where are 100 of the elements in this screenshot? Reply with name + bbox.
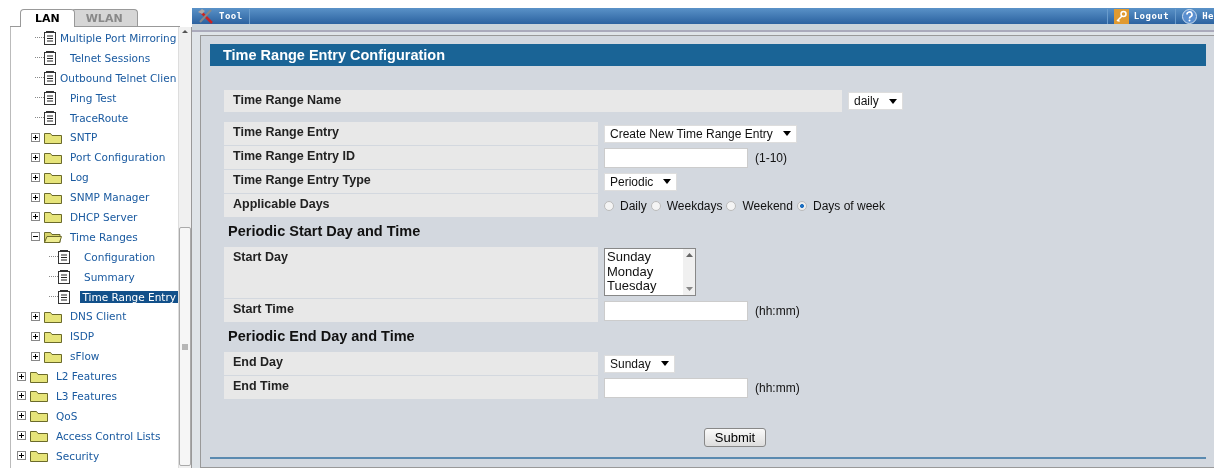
folder-icon bbox=[44, 150, 62, 164]
radio-button[interactable] bbox=[796, 200, 807, 211]
list-option[interactable]: Tuesday bbox=[607, 279, 681, 294]
folder-icon bbox=[44, 130, 62, 144]
radio-label: Weekdays bbox=[666, 198, 723, 213]
hint-text: (1-10) bbox=[755, 150, 787, 165]
document-icon bbox=[44, 90, 56, 105]
expand-icon[interactable] bbox=[31, 212, 40, 222]
grip-icon bbox=[182, 343, 188, 350]
tree-item[interactable]: Time Range Entry bbox=[80, 290, 178, 303]
document-icon bbox=[44, 50, 56, 65]
tree-item[interactable]: L3 Features bbox=[54, 389, 120, 402]
caret-icon bbox=[888, 98, 897, 104]
expand-icon[interactable] bbox=[31, 132, 40, 142]
toolbar-button[interactable]: Logout bbox=[1106, 8, 1176, 24]
expand-icon[interactable] bbox=[17, 371, 26, 381]
caret-icon bbox=[663, 179, 672, 184]
tree-item[interactable]: Access Control Lists bbox=[54, 429, 163, 442]
folder-icon bbox=[44, 190, 62, 204]
tree-item[interactable]: L2 Features bbox=[54, 370, 120, 383]
list-box[interactable]: Sunday Monday Tuesday bbox=[604, 248, 696, 296]
document-icon bbox=[44, 70, 56, 85]
dropdown[interactable]: daily bbox=[848, 92, 903, 110]
field-label: End Time bbox=[224, 376, 598, 399]
expand-icon[interactable] bbox=[17, 451, 26, 461]
document-icon bbox=[58, 289, 70, 304]
field-label: Time Range Entry Type bbox=[224, 170, 598, 193]
tree-item[interactable]: DHCP Server bbox=[68, 210, 140, 223]
folder-icon bbox=[44, 349, 62, 363]
radio-button[interactable] bbox=[726, 200, 737, 211]
field-label: Applicable Days bbox=[224, 194, 598, 217]
section-heading: Periodic End Day and Time bbox=[227, 327, 416, 346]
scroll-down-icon[interactable] bbox=[685, 287, 693, 291]
tree-item[interactable]: Telnet Sessions bbox=[68, 51, 153, 64]
field-label: Start Time bbox=[224, 299, 598, 322]
tree-item[interactable]: Time Ranges bbox=[68, 230, 140, 243]
expand-icon[interactable] bbox=[31, 172, 40, 182]
document-icon bbox=[44, 110, 56, 125]
text-field[interactable] bbox=[604, 377, 748, 398]
help-icon bbox=[1182, 8, 1198, 24]
radio-label: Daily bbox=[620, 198, 647, 213]
tree-item[interactable]: TraceRoute bbox=[68, 111, 131, 124]
radio-label: Weekend bbox=[742, 198, 793, 213]
dropdown[interactable]: Periodic bbox=[604, 172, 678, 191]
tree-item[interactable]: DNS Client bbox=[68, 310, 129, 323]
folder-icon bbox=[30, 369, 48, 383]
collapse-icon[interactable] bbox=[31, 232, 40, 242]
dropdown[interactable]: Create New Time Range Entry bbox=[604, 124, 797, 143]
scrollbar[interactable] bbox=[683, 249, 695, 295]
caret-icon bbox=[660, 361, 669, 366]
expand-icon[interactable] bbox=[17, 391, 26, 401]
document-icon bbox=[44, 30, 56, 45]
tree-item[interactable]: Outbound Telnet Clien bbox=[58, 71, 178, 84]
expand-icon[interactable] bbox=[31, 351, 40, 361]
folder-icon bbox=[44, 170, 62, 184]
list-option[interactable]: Monday bbox=[607, 264, 681, 279]
tree-item[interactable]: sFlow bbox=[68, 350, 102, 363]
folder-icon bbox=[44, 210, 62, 224]
caret-icon bbox=[782, 131, 791, 136]
tree-item[interactable]: Multiple Port Mirroring bbox=[58, 31, 178, 44]
expand-icon[interactable] bbox=[31, 152, 40, 162]
toolbar-button[interactable]: He bbox=[1175, 8, 1214, 24]
tree-item[interactable]: SNTP bbox=[68, 131, 100, 144]
folder-icon bbox=[30, 429, 48, 443]
dropdown[interactable]: Sunday bbox=[604, 354, 675, 373]
tree-item[interactable]: Port Configuration bbox=[68, 151, 168, 164]
tree-item[interactable]: Security bbox=[54, 449, 102, 462]
expand-icon[interactable] bbox=[17, 431, 26, 441]
tree-item[interactable]: QoS bbox=[54, 409, 80, 422]
sidebar-tab[interactable]: LAN bbox=[20, 9, 75, 27]
expand-icon[interactable] bbox=[17, 411, 26, 421]
scrollbar-thumb[interactable] bbox=[179, 227, 191, 466]
scroll-up-icon[interactable] bbox=[685, 253, 693, 257]
expand-icon[interactable] bbox=[31, 311, 40, 321]
field-label: Start Day bbox=[224, 247, 598, 298]
folder-icon bbox=[30, 389, 48, 403]
scrollbar[interactable] bbox=[178, 27, 191, 468]
radio-button[interactable] bbox=[604, 200, 614, 211]
tree-item[interactable]: Summary bbox=[82, 270, 137, 283]
tree-item[interactable]: Log bbox=[68, 171, 91, 184]
document-icon bbox=[58, 269, 70, 284]
list-option[interactable]: Sunday bbox=[607, 250, 681, 265]
text-field[interactable] bbox=[604, 300, 748, 321]
tree-item[interactable]: Configuration bbox=[82, 250, 158, 263]
folder-icon bbox=[30, 409, 48, 423]
tree-item[interactable]: Ping Test bbox=[68, 91, 119, 104]
submit-button[interactable]: Submit bbox=[703, 428, 767, 447]
radio-button[interactable] bbox=[650, 200, 661, 211]
field-label: Time Range Entry ID bbox=[224, 146, 598, 169]
hint-text: (hh:mm) bbox=[755, 303, 800, 318]
expand-icon[interactable] bbox=[31, 192, 40, 202]
field-label: End Day bbox=[224, 352, 598, 375]
tree-item[interactable]: SNMP Manager bbox=[68, 191, 152, 204]
section-heading: Periodic Start Day and Time bbox=[227, 222, 422, 241]
folder-icon bbox=[44, 309, 62, 323]
tree-item[interactable]: ISDP bbox=[68, 330, 97, 343]
expand-icon[interactable] bbox=[31, 331, 40, 341]
field-label: Time Range Name bbox=[224, 90, 842, 112]
text-field[interactable] bbox=[604, 147, 748, 168]
folder-icon bbox=[30, 449, 48, 463]
